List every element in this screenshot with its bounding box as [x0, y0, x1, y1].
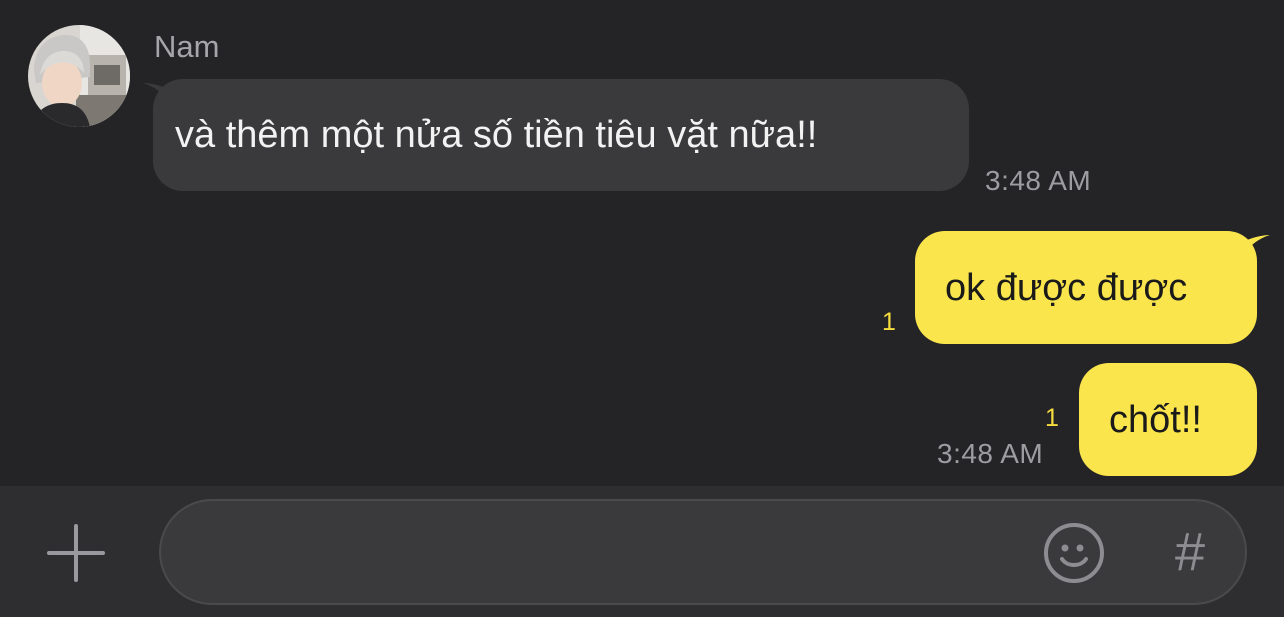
outgoing-message-bubble[interactable]: chốt!!: [1079, 363, 1257, 476]
message-input[interactable]: [191, 526, 1035, 580]
message-timestamp: 3:48 AM: [937, 438, 1044, 469]
sender-name: Nam: [154, 29, 220, 64]
message-text: chốt!!: [1109, 399, 1202, 441]
message-text: và thêm một nửa số tiền tiêu vặt nữa!!: [175, 114, 818, 156]
plus-icon: [47, 524, 105, 582]
emoji-icon: [1044, 523, 1104, 583]
unread-count: 1: [882, 308, 896, 336]
hashtag-button[interactable]: #: [1161, 517, 1219, 587]
message-text: ok được được: [945, 267, 1188, 309]
outgoing-message-bubble[interactable]: ok được được: [915, 231, 1257, 344]
message-input-field[interactable]: #: [159, 499, 1247, 605]
unread-count: 1: [1045, 404, 1059, 432]
add-attachment-button[interactable]: [45, 522, 107, 584]
contact-avatar[interactable]: [28, 25, 130, 127]
incoming-message-bubble[interactable]: và thêm một nửa số tiền tiêu vặt nữa!!: [153, 79, 969, 191]
chat-area: Nam và thêm một nửa số tiền tiêu vặt nữa…: [0, 0, 1284, 486]
message-input-bar: #: [0, 486, 1284, 617]
emoji-button[interactable]: [1042, 521, 1106, 585]
profile-photo-icon: [28, 25, 130, 127]
message-timestamp: 3:48 AM: [985, 165, 1092, 196]
